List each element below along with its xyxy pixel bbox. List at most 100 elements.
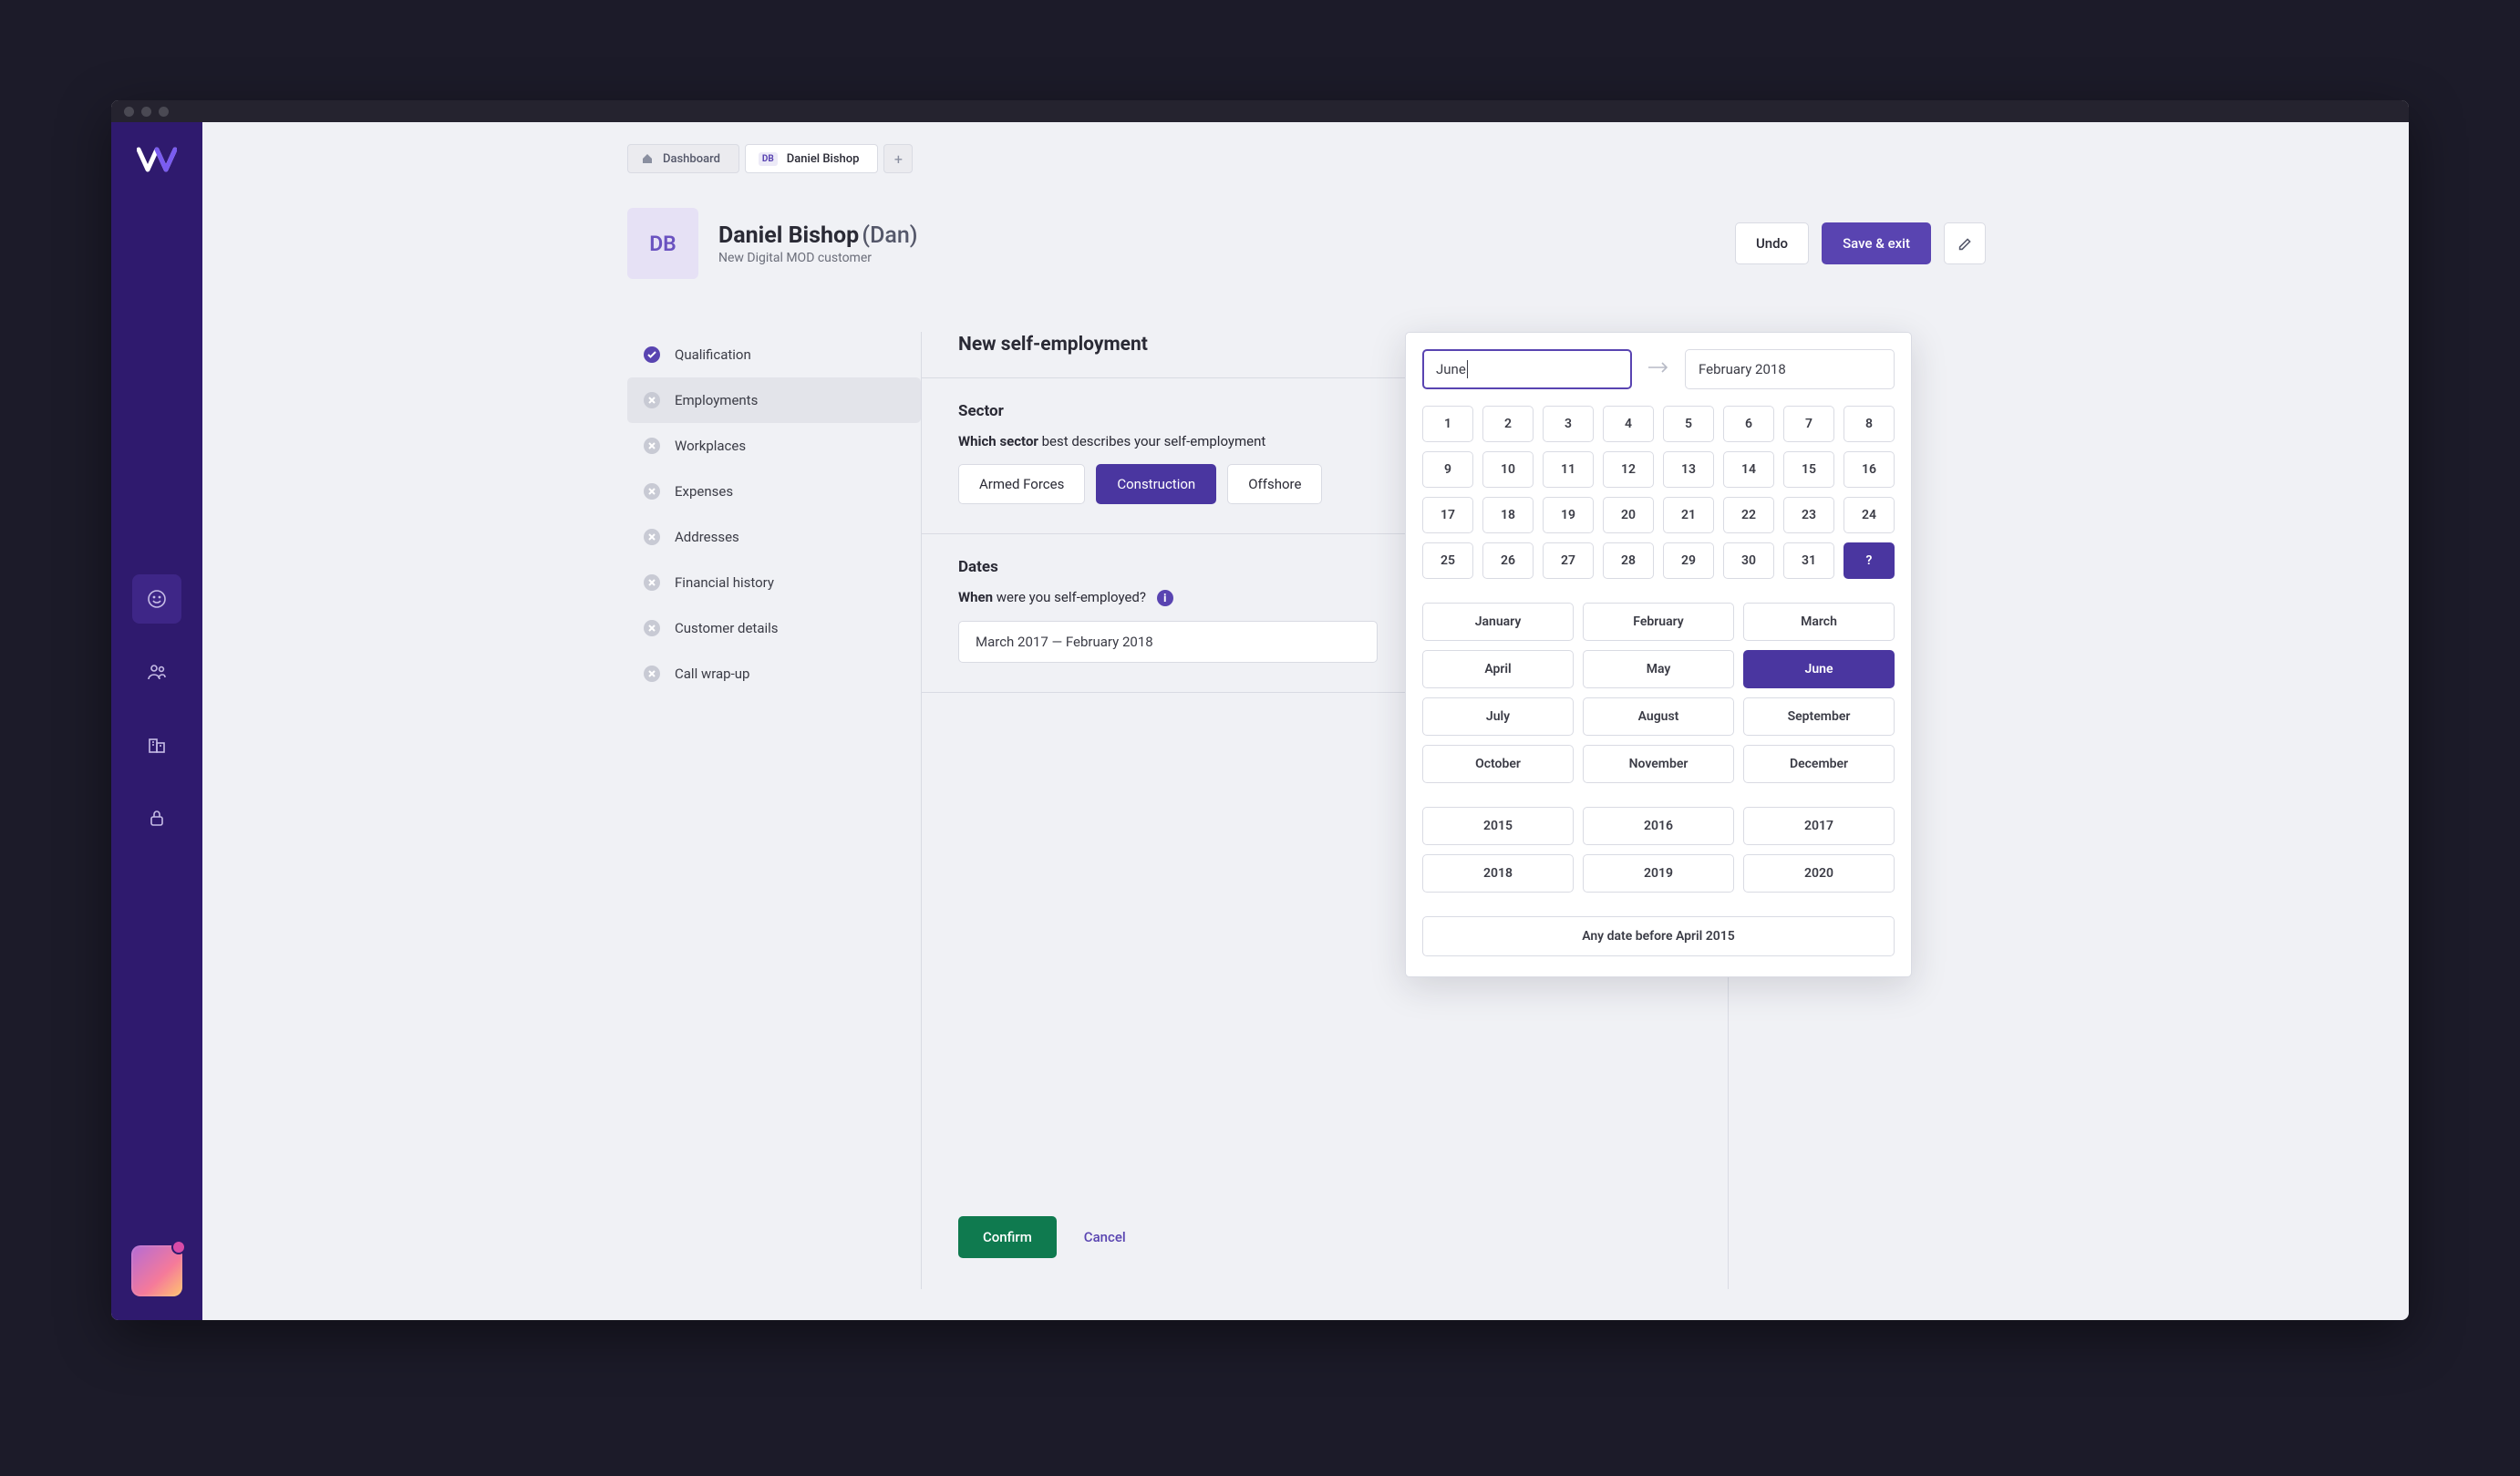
day-cell[interactable]: 14 <box>1723 451 1774 488</box>
tab-badge: DB <box>759 152 778 166</box>
month-cell[interactable]: April <box>1422 650 1574 688</box>
window-dot <box>159 107 169 117</box>
confirm-button[interactable]: Confirm <box>958 1216 1057 1258</box>
circle-x-icon <box>644 483 660 500</box>
page-body: Qualification Employments Workplaces Expens… <box>202 279 2409 1289</box>
month-cell[interactable]: December <box>1743 745 1895 783</box>
month-cell[interactable]: September <box>1743 697 1895 736</box>
day-cell[interactable]: 10 <box>1482 451 1534 488</box>
month-cell[interactable]: January <box>1422 603 1574 641</box>
sidebar-nav-smile-icon[interactable] <box>132 574 181 624</box>
nav-item-call-wrap-up[interactable]: Call wrap-up <box>627 651 921 697</box>
user-avatar[interactable] <box>131 1245 182 1296</box>
month-cell[interactable]: March <box>1743 603 1895 641</box>
sector-option-construction[interactable]: Construction <box>1096 464 1216 504</box>
edit-button[interactable] <box>1944 222 1986 264</box>
nav-item-expenses[interactable]: Expenses <box>627 469 921 514</box>
day-cell[interactable]: 30 <box>1723 542 1774 579</box>
year-cell[interactable]: 2015 <box>1422 807 1574 845</box>
day-cell[interactable]: 22 <box>1723 497 1774 533</box>
steps-nav: Qualification Employments Workplaces Expens… <box>627 332 921 1289</box>
tab-label: Dashboard <box>663 152 720 166</box>
arrow-right-icon <box>1647 359 1670 379</box>
year-cell[interactable]: 2020 <box>1743 854 1895 893</box>
app-logo <box>137 144 177 175</box>
main-area: Dashboard DB Daniel Bishop + DB Daniel B… <box>202 122 2409 1320</box>
nav-item-label: Workplaces <box>675 438 746 454</box>
month-cell[interactable]: May <box>1583 650 1734 688</box>
day-cell[interactable]: 3 <box>1543 406 1594 442</box>
tab-customer[interactable]: DB Daniel Bishop <box>745 144 879 173</box>
day-cell[interactable]: 1 <box>1422 406 1473 442</box>
day-cell[interactable]: 7 <box>1783 406 1834 442</box>
nav-item-financial-history[interactable]: Financial history <box>627 560 921 605</box>
nav-item-label: Employments <box>675 392 758 408</box>
day-cell[interactable]: 11 <box>1543 451 1594 488</box>
cancel-link[interactable]: Cancel <box>1084 1229 1126 1245</box>
year-cell[interactable]: 2017 <box>1743 807 1895 845</box>
day-cell[interactable]: 12 <box>1603 451 1654 488</box>
day-grid: 1234567891011121314151617181920212223242… <box>1422 406 1895 579</box>
sidebar-nav-lock-icon[interactable] <box>132 793 181 842</box>
day-cell[interactable]: 15 <box>1783 451 1834 488</box>
tab-add-button[interactable]: + <box>883 144 913 173</box>
day-cell[interactable]: ? <box>1844 542 1895 579</box>
year-cell[interactable]: 2018 <box>1422 854 1574 893</box>
day-cell[interactable]: 9 <box>1422 451 1473 488</box>
nav-item-addresses[interactable]: Addresses <box>627 514 921 560</box>
customer-subtitle: New Digital MOD customer <box>718 251 918 265</box>
nav-item-workplaces[interactable]: Workplaces <box>627 423 921 469</box>
date-from-input[interactable]: June <box>1422 349 1632 389</box>
sidebar-nav-people-icon[interactable] <box>132 647 181 697</box>
day-cell[interactable]: 4 <box>1603 406 1654 442</box>
date-to-input[interactable]: February 2018 <box>1685 349 1895 389</box>
day-cell[interactable]: 17 <box>1422 497 1473 533</box>
day-cell[interactable]: 5 <box>1663 406 1714 442</box>
circle-x-icon <box>644 620 660 636</box>
sector-option-armed-forces[interactable]: Armed Forces <box>958 464 1085 504</box>
nav-item-employments[interactable]: Employments <box>627 377 921 423</box>
nav-item-label: Addresses <box>675 529 739 545</box>
day-cell[interactable]: 27 <box>1543 542 1594 579</box>
day-cell[interactable]: 6 <box>1723 406 1774 442</box>
month-cell[interactable]: February <box>1583 603 1734 641</box>
day-cell[interactable]: 18 <box>1482 497 1534 533</box>
tab-dashboard[interactable]: Dashboard <box>627 144 739 173</box>
month-cell[interactable]: July <box>1422 697 1574 736</box>
day-cell[interactable]: 20 <box>1603 497 1654 533</box>
day-cell[interactable]: 31 <box>1783 542 1834 579</box>
save-exit-button[interactable]: Save & exit <box>1822 222 1931 264</box>
info-icon[interactable]: i <box>1157 590 1173 606</box>
day-cell[interactable]: 19 <box>1543 497 1594 533</box>
day-cell[interactable]: 8 <box>1844 406 1895 442</box>
day-cell[interactable]: 24 <box>1844 497 1895 533</box>
year-cell[interactable]: 2016 <box>1583 807 1734 845</box>
date-picker-popover: June February 2018 123456789101112131415… <box>1405 332 1912 977</box>
year-cell[interactable]: 2019 <box>1583 854 1734 893</box>
day-cell[interactable]: 16 <box>1844 451 1895 488</box>
undo-button[interactable]: Undo <box>1735 222 1809 264</box>
month-cell[interactable]: June <box>1743 650 1895 688</box>
day-cell[interactable]: 28 <box>1603 542 1654 579</box>
sidebar <box>111 122 202 1320</box>
any-date-button[interactable]: Any date before April 2015 <box>1422 916 1895 956</box>
day-cell[interactable]: 29 <box>1663 542 1714 579</box>
text-caret <box>1467 360 1468 378</box>
day-cell[interactable]: 25 <box>1422 542 1473 579</box>
circle-x-icon <box>644 529 660 545</box>
customer-name: Daniel Bishop <box>718 222 859 249</box>
day-cell[interactable]: 23 <box>1783 497 1834 533</box>
month-cell[interactable]: November <box>1583 745 1734 783</box>
nav-item-qualification[interactable]: Qualification <box>627 332 921 377</box>
month-cell[interactable]: August <box>1583 697 1734 736</box>
day-cell[interactable]: 21 <box>1663 497 1714 533</box>
sector-option-offshore[interactable]: Offshore <box>1227 464 1322 504</box>
date-range-input[interactable]: March 2017 — February 2018 <box>958 621 1378 663</box>
day-cell[interactable]: 13 <box>1663 451 1714 488</box>
sidebar-nav-building-icon[interactable] <box>132 720 181 769</box>
day-cell[interactable]: 2 <box>1482 406 1534 442</box>
day-cell[interactable]: 26 <box>1482 542 1534 579</box>
month-cell[interactable]: October <box>1422 745 1574 783</box>
pencil-icon <box>1957 236 1973 252</box>
nav-item-customer-details[interactable]: Customer details <box>627 605 921 651</box>
